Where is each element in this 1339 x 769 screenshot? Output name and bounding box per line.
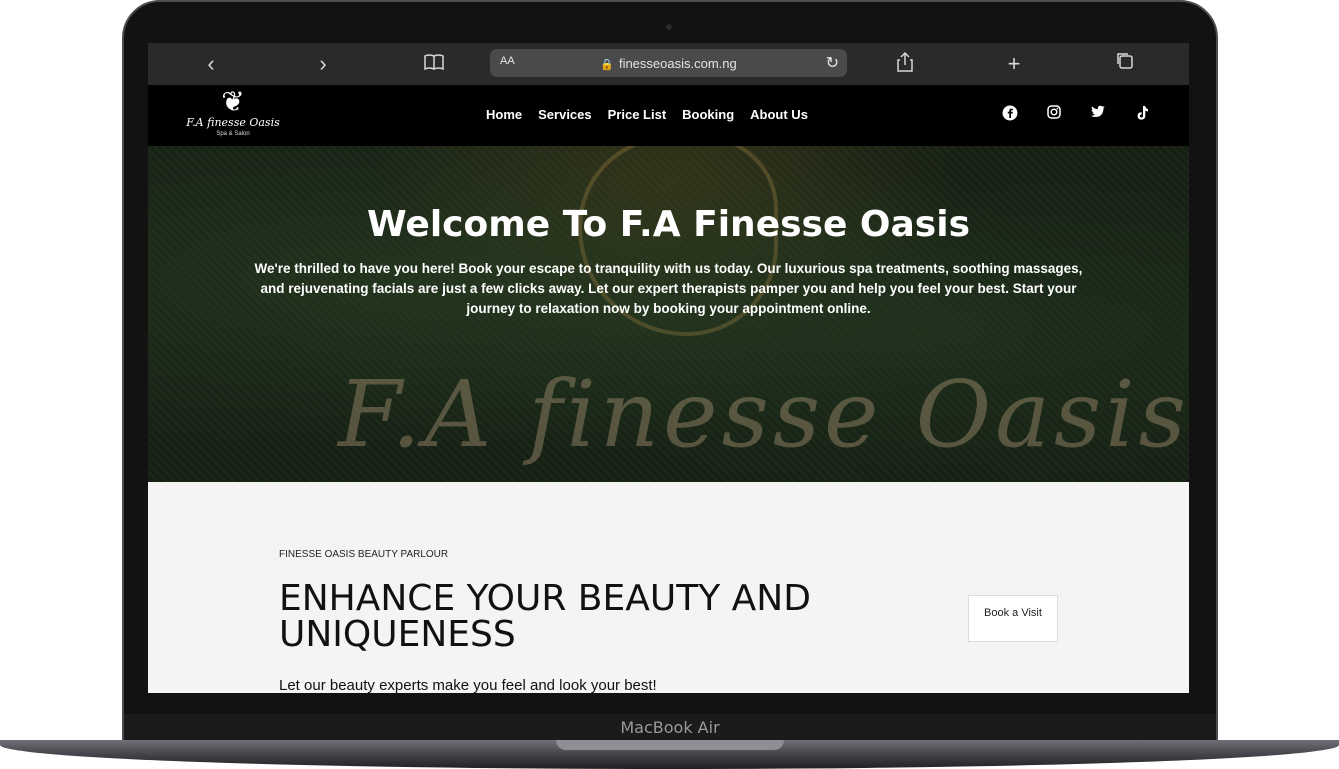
section-tagline: Let our beauty experts make you feel and… bbox=[279, 677, 657, 693]
screen: ‹ › AA 🔒 finesseoasis.com.ng ↻ + ❦ F.A fi… bbox=[148, 43, 1189, 693]
nav-about-us[interactable]: About Us bbox=[750, 107, 808, 122]
camera bbox=[666, 24, 672, 30]
new-tab-icon[interactable]: + bbox=[999, 51, 1029, 77]
section-eyebrow: FINESSE OASIS BEAUTY PARLOUR bbox=[279, 549, 449, 560]
back-icon[interactable]: ‹ bbox=[196, 51, 226, 77]
intro-section: FINESSE OASIS BEAUTY PARLOUR ENHANCE YOU… bbox=[148, 482, 1189, 693]
laptop-notch bbox=[556, 740, 784, 750]
reload-icon[interactable]: ↻ bbox=[826, 53, 839, 73]
url-text[interactable]: 🔒 finesseoasis.com.ng bbox=[490, 56, 847, 71]
nav-booking[interactable]: Booking bbox=[682, 107, 734, 122]
tiktok-icon[interactable] bbox=[1133, 105, 1151, 123]
share-icon[interactable] bbox=[890, 51, 920, 77]
tabs-icon[interactable] bbox=[1110, 51, 1140, 77]
forward-icon[interactable]: › bbox=[308, 51, 338, 77]
hero-section: F.A finesse Oasis Welcome To F.A Finesse… bbox=[148, 146, 1189, 482]
book-a-visit-button[interactable]: Book a Visit bbox=[968, 595, 1058, 642]
site-logo[interactable]: ❦ F.A finesse Oasis Spa & Salon bbox=[178, 86, 288, 143]
hero-description: We're thrilled to have you here! Book yo… bbox=[254, 261, 1083, 316]
main-nav: Home Services Price List Booking About U… bbox=[486, 107, 808, 122]
twitter-icon[interactable] bbox=[1089, 105, 1107, 123]
lock-icon: 🔒 bbox=[600, 59, 614, 71]
book-icon[interactable] bbox=[419, 51, 449, 77]
social-links bbox=[1001, 105, 1151, 123]
logo-face-icon: ❦ bbox=[221, 86, 245, 117]
nav-home[interactable]: Home bbox=[486, 107, 522, 122]
address-bar[interactable]: AA 🔒 finesseoasis.com.ng ↻ bbox=[490, 49, 847, 77]
neon-sign: F.A finesse Oasis bbox=[338, 361, 1189, 468]
nav-services[interactable]: Services bbox=[538, 107, 592, 122]
instagram-icon[interactable] bbox=[1045, 105, 1063, 123]
site-header: ❦ F.A finesse Oasis Spa & Salon Home Ser… bbox=[148, 85, 1189, 146]
hero-title: Welcome To F.A Finesse Oasis bbox=[367, 204, 970, 245]
device-label: MacBook Air bbox=[620, 718, 720, 737]
browser-toolbar: ‹ › AA 🔒 finesseoasis.com.ng ↻ + bbox=[148, 43, 1189, 85]
laptop-chin: MacBook Air bbox=[124, 714, 1216, 742]
section-headline: ENHANCE YOUR BEAUTY AND UNIQUENESS bbox=[279, 578, 811, 655]
nav-price-list[interactable]: Price List bbox=[608, 107, 667, 122]
facebook-icon[interactable] bbox=[1001, 105, 1019, 123]
